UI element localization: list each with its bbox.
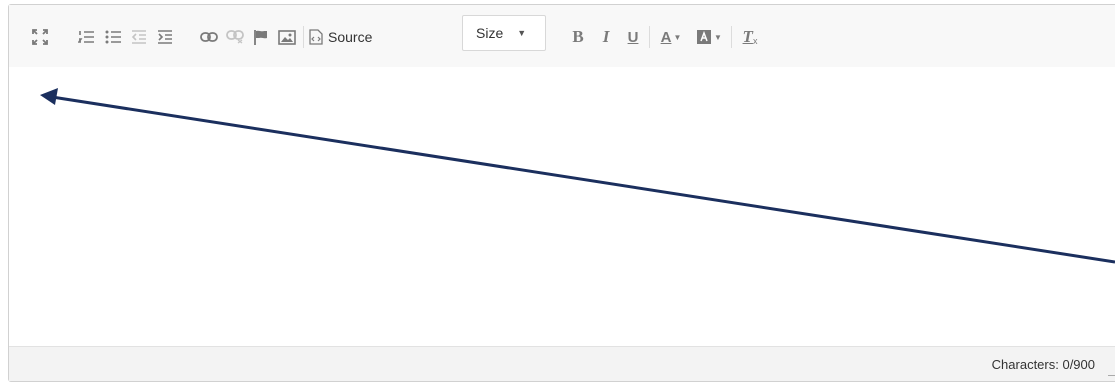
italic-button[interactable]: I xyxy=(598,25,614,49)
background-color-icon xyxy=(697,30,712,44)
anchor-flag-icon[interactable] xyxy=(252,25,270,49)
underline-button[interactable]: U xyxy=(625,25,641,49)
bulleted-list-icon[interactable] xyxy=(104,25,122,49)
bold-label: B xyxy=(572,27,584,46)
character-count: Characters: 0/900 xyxy=(991,357,1095,372)
maximize-icon[interactable] xyxy=(31,25,49,49)
source-button[interactable]: Source xyxy=(309,25,449,49)
source-label: Source xyxy=(328,29,373,45)
underline-label: U xyxy=(627,28,639,46)
toolbar-separator xyxy=(303,26,304,48)
rich-text-editor: Source Size ▼ B I U A ▼ ▼ T x Characters… xyxy=(8,4,1115,382)
background-color-button[interactable]: ▼ xyxy=(693,25,725,49)
editor-toolbar: Source Size ▼ B I U A ▼ ▼ T x xyxy=(9,5,1115,68)
resize-handle[interactable] xyxy=(1108,367,1115,376)
font-size-dropdown[interactable]: Size ▼ xyxy=(462,15,546,51)
toolbar-separator xyxy=(649,26,650,48)
chevron-down-icon: ▼ xyxy=(673,32,682,42)
image-icon[interactable] xyxy=(277,25,297,49)
source-icon xyxy=(309,29,323,45)
chevron-down-icon: ▼ xyxy=(517,28,527,38)
remove-format-label: T xyxy=(742,27,753,46)
remove-format-sub: x xyxy=(752,36,758,46)
font-size-label: Size xyxy=(476,25,504,41)
link-icon[interactable] xyxy=(199,25,219,49)
numbered-list-icon[interactable] xyxy=(77,25,95,49)
editor-content-area[interactable] xyxy=(9,67,1115,348)
outdent-icon[interactable] xyxy=(130,25,148,49)
toolbar-separator xyxy=(731,26,732,48)
text-color-button[interactable]: A ▼ xyxy=(656,25,686,49)
italic-label: I xyxy=(602,27,610,46)
chevron-down-icon: ▼ xyxy=(714,32,722,42)
remove-format-button[interactable]: T x xyxy=(739,25,761,49)
indent-icon[interactable] xyxy=(156,25,174,49)
text-color-label: A xyxy=(660,28,672,46)
bold-button[interactable]: B xyxy=(570,25,586,49)
editor-status-bar: Characters: 0/900 xyxy=(9,346,1115,381)
unlink-icon[interactable] xyxy=(225,25,245,49)
